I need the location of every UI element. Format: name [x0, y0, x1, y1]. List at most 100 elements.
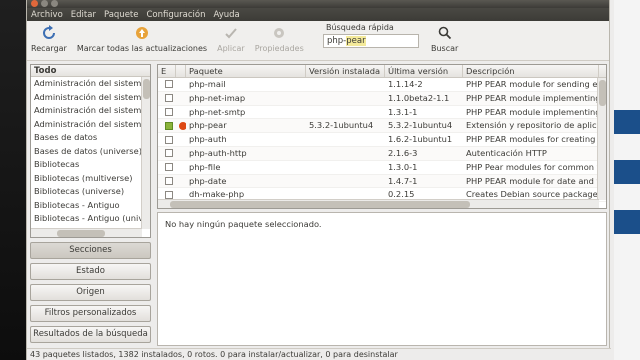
- menu-bar: Archivo Editar Paquete Configuración Ayu…: [27, 8, 609, 21]
- package-installed-version: [306, 161, 385, 174]
- package-checkbox[interactable]: [165, 80, 173, 89]
- menu-editar[interactable]: Editar: [70, 10, 97, 20]
- package-installed-version: [306, 92, 385, 105]
- category-item[interactable]: Bibliotecas - Antiguo (unive: [31, 212, 142, 226]
- title-bar: [27, 0, 609, 8]
- column-status[interactable]: E: [158, 65, 176, 77]
- category-item[interactable]: Bibliotecas: [31, 158, 142, 172]
- package-installed-version: [306, 147, 385, 160]
- package-description: PHP PEAR module implementing S: [466, 106, 599, 117]
- status-button[interactable]: Estado: [30, 263, 151, 280]
- package-description: PHP PEAR module for date and tin: [466, 175, 599, 186]
- column-installed-version[interactable]: Versión instalada: [306, 65, 385, 77]
- apply-check-icon: [223, 25, 239, 41]
- close-icon[interactable]: [31, 0, 38, 7]
- package-installed-version: [306, 106, 385, 119]
- package-name: php-auth-http: [189, 147, 247, 158]
- package-name: php-auth: [189, 134, 227, 145]
- status-bar: 43 paquetes listados, 1382 instalados, 0…: [27, 348, 611, 360]
- reload-button[interactable]: Recargar: [31, 25, 67, 53]
- package-latest-version: 1.4.7-1: [388, 175, 418, 186]
- properties-label: Propiedades: [254, 44, 304, 53]
- category-item[interactable]: Bases de datos (universe): [31, 145, 142, 159]
- category-item[interactable]: Administración del sistema: [31, 91, 142, 105]
- package-row[interactable]: php-file 1.3.0-1 PHP Pear modules for co…: [158, 161, 606, 175]
- category-item[interactable]: Administración del sistema: [31, 77, 142, 91]
- reload-icon: [41, 25, 57, 41]
- package-list: E Paquete Versión instalada Última versi…: [157, 64, 607, 209]
- package-latest-version: 2.1.6-3: [388, 147, 418, 158]
- sections-button[interactable]: Secciones: [30, 242, 151, 259]
- package-latest-version: 1.3.1-1: [388, 106, 418, 117]
- package-vertical-scrollbar[interactable]: [597, 78, 606, 200]
- ubuntu-supported-icon: [179, 122, 186, 131]
- category-item[interactable]: Bibliotecas (multiverse): [31, 172, 142, 186]
- origin-button[interactable]: Origen: [30, 284, 151, 301]
- package-row[interactable]: php-pear 5.3.2-1ubuntu4 5.3.2-1ubuntu4 E…: [158, 119, 606, 134]
- custom-filters-button[interactable]: Filtros personalizados: [30, 305, 151, 322]
- background-left: [0, 0, 26, 360]
- mark-all-label: Marcar todas las actualizaciones: [76, 44, 208, 53]
- package-checkbox[interactable]: [165, 94, 173, 103]
- package-row[interactable]: php-auth 1.6.2-1ubuntu1 PHP PEAR modules…: [158, 133, 606, 147]
- installed-checkbox[interactable]: [165, 121, 173, 130]
- mark-all-upgrades-button[interactable]: Marcar todas las actualizaciones: [77, 25, 207, 53]
- quick-search-input[interactable]: php-pear: [323, 34, 419, 48]
- package-installed-version: [306, 175, 385, 188]
- category-item[interactable]: Administración del sistema: [31, 104, 142, 118]
- column-latest-version[interactable]: Última versión: [385, 65, 463, 77]
- menu-ayuda[interactable]: Ayuda: [212, 10, 240, 20]
- package-installed-version: [306, 78, 385, 91]
- search-results-button[interactable]: Resultados de la búsqueda: [30, 326, 151, 343]
- package-checkbox[interactable]: [165, 176, 173, 185]
- reload-label: Recargar: [31, 44, 67, 53]
- package-horizontal-scrollbar[interactable]: [158, 199, 599, 208]
- menu-paquete[interactable]: Paquete: [103, 10, 140, 20]
- package-description: PHP PEAR module for sending em: [466, 79, 599, 89]
- left-panel: Todo Administración del sistema Administ…: [30, 64, 151, 346]
- search-button-label: Buscar: [431, 44, 459, 53]
- package-latest-version: 1.3.0-1: [388, 161, 418, 172]
- category-list: Todo Administración del sistema Administ…: [30, 64, 151, 238]
- package-row[interactable]: php-mail 1.1.14-2 PHP PEAR module for se…: [158, 78, 606, 92]
- menu-archivo[interactable]: Archivo: [30, 10, 64, 20]
- search-text-selected: pear: [346, 36, 366, 46]
- package-description: PHP PEAR modules for creating ar: [466, 134, 599, 145]
- category-header[interactable]: Todo: [31, 65, 150, 77]
- package-row[interactable]: php-net-imap 1.1.0beta2-1.1 PHP PEAR mod…: [158, 91, 606, 106]
- category-item[interactable]: Administración del sistema: [31, 118, 142, 132]
- search-text-prefix: php-: [327, 36, 347, 46]
- properties-button[interactable]: Propiedades: [255, 25, 304, 53]
- package-checkbox[interactable]: [165, 190, 173, 199]
- package-checkbox[interactable]: [165, 163, 173, 172]
- package-latest-version: 1.1.0beta2-1.1: [388, 92, 450, 103]
- apply-button[interactable]: Aplicar: [217, 25, 245, 53]
- package-description: PHP Pear modules for common file: [466, 161, 599, 172]
- package-checkbox[interactable]: [165, 135, 173, 144]
- menu-configuracion[interactable]: Configuración: [145, 10, 206, 20]
- category-item[interactable]: Bibliotecas (universe): [31, 185, 142, 199]
- package-name: php-mail: [189, 79, 226, 89]
- category-item[interactable]: Bibliotecas - Antiguo: [31, 199, 142, 213]
- minimize-icon[interactable]: [41, 0, 48, 7]
- package-checkbox[interactable]: [165, 149, 173, 158]
- package-row[interactable]: php-net-smtp 1.3.1-1 PHP PEAR module imp…: [158, 106, 606, 120]
- column-package[interactable]: Paquete: [186, 65, 306, 77]
- package-installed-version: 5.3.2-1ubuntu4: [309, 120, 374, 131]
- package-description: Extensión y repositorio de aplicac: [466, 120, 599, 131]
- package-checkbox[interactable]: [165, 107, 173, 116]
- category-horizontal-scrollbar[interactable]: [31, 228, 142, 237]
- column-support[interactable]: [176, 65, 186, 77]
- package-name: php-pear: [189, 120, 227, 131]
- category-item[interactable]: Bases de datos: [31, 131, 142, 145]
- category-vertical-scrollbar[interactable]: [141, 77, 150, 229]
- search-button[interactable]: Buscar: [431, 25, 458, 53]
- package-row[interactable]: php-auth-http 2.1.6-3 Autenticación HTTP: [158, 146, 606, 161]
- maximize-icon[interactable]: [51, 0, 58, 7]
- column-description[interactable]: Descripción: [463, 65, 599, 77]
- package-description: PHP PEAR module implementing I: [466, 92, 599, 103]
- package-row[interactable]: php-date 1.4.7-1 PHP PEAR module for dat…: [158, 174, 606, 189]
- package-latest-version: 1.1.14-2: [388, 79, 423, 89]
- no-package-selected-text: No hay ningún paquete seleccionado.: [165, 219, 322, 229]
- package-latest-version: 5.3.2-1ubuntu4: [388, 120, 453, 131]
